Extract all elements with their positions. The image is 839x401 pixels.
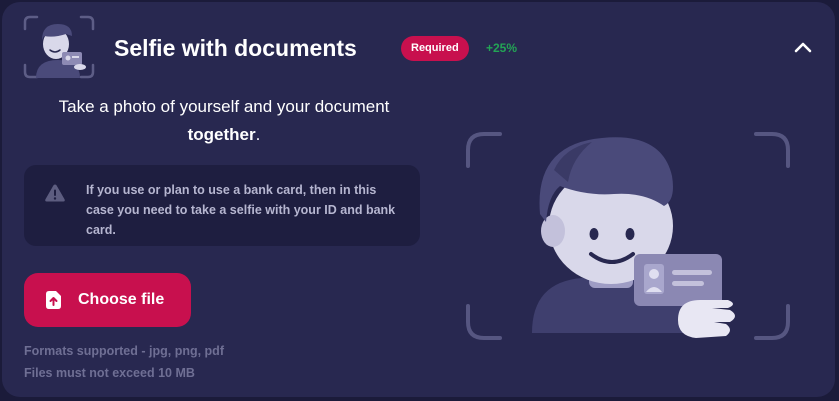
section-title: Selfie with documents [114,35,357,61]
warning-text: If you use or plan to use a bank card, t… [86,183,396,237]
bonus-label: +25% [486,41,518,55]
warning-triangle-icon [45,184,65,202]
selfie-illustration [464,130,792,346]
formats-hint: Formats supported - jpg, png, pdf [24,344,224,358]
size-limit-hint: Files must not exceed 10 MB [24,366,195,380]
instruction-emphasis: together [187,125,256,144]
upload-file-icon [46,291,61,309]
warning-notice: If you use or plan to use a bank card, t… [24,165,420,246]
required-badge: Required [401,36,469,61]
chevron-up-icon [794,42,812,53]
collapse-button[interactable] [788,32,818,62]
selfie-document-card: Selfie with documents Required +25% Take… [2,2,835,397]
selfie-with-id-icon [22,14,96,80]
choose-file-button[interactable]: Choose file [24,273,191,327]
instruction-suffix: . [255,125,261,144]
choose-file-label: Choose file [78,291,165,308]
instruction-main: Take a photo of yourself and your docume… [58,97,390,116]
instruction-text: Take a photo of yourself and your docume… [24,93,424,149]
